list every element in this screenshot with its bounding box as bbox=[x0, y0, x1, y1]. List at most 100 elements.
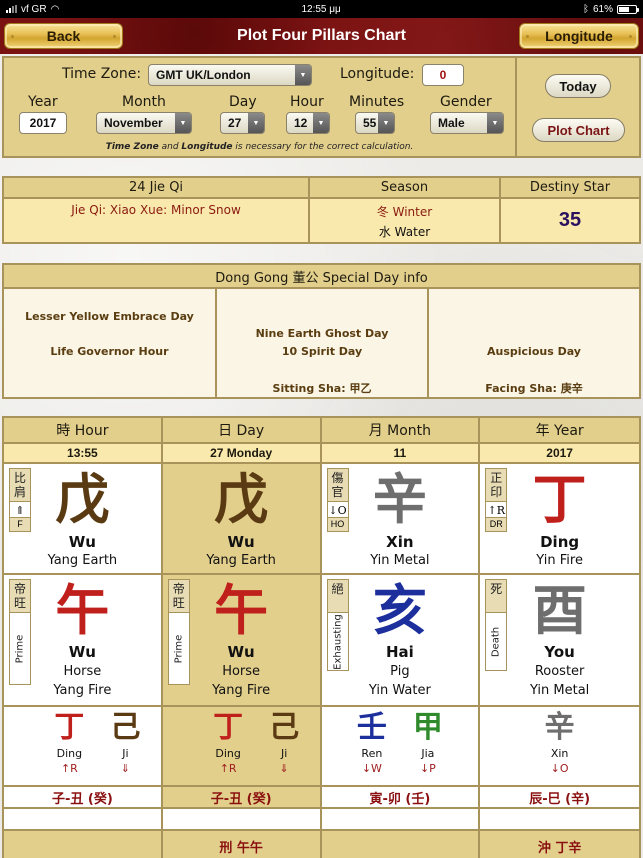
branch-name: Hai bbox=[385, 643, 414, 661]
branch-cell-day[interactable]: 帝旺 Prime 午 Wu Horse Yang Fire bbox=[162, 575, 322, 705]
year-label: Year bbox=[28, 94, 58, 110]
branch-cell-month[interactable]: 絕 Exhausting 亥 Hai Pig Yin Water bbox=[321, 575, 481, 705]
hidden-stem[interactable]: 壬 Ren ↓W bbox=[351, 709, 393, 777]
carrier-label: vf GR bbox=[21, 3, 47, 15]
hidden-stem-name: Ji bbox=[280, 747, 288, 760]
month-value: November bbox=[104, 116, 163, 130]
branch-name: Wu bbox=[68, 643, 96, 661]
day-value: 27 bbox=[228, 116, 242, 130]
stem-element: Yang Earth bbox=[47, 553, 118, 568]
four-pillars-table: 時 Hour 日 Day 月 Month 年 Year 13:55 27 Mon… bbox=[2, 416, 641, 858]
branch-cell-year[interactable]: 死 Death 酉 You Rooster Yin Metal bbox=[480, 575, 639, 705]
stem-char: 丁 bbox=[532, 467, 587, 531]
hidden-stem-name: Ding bbox=[215, 747, 241, 760]
stem-char: 戊 bbox=[214, 467, 269, 531]
jieqi-table: 24 Jie Qi Season Destiny Star Jie Qi: Xi… bbox=[2, 176, 641, 244]
stem-name: Wu bbox=[68, 533, 96, 551]
gender-value: Male bbox=[438, 116, 465, 130]
note-timezone: Time Zone bbox=[105, 142, 159, 152]
status-bar: vf GR ◠ 12:55 μμ ᛒ 61% bbox=[0, 0, 643, 18]
stem-char: 戊 bbox=[55, 467, 110, 531]
branch-element: Yin Water bbox=[368, 683, 431, 698]
dropdown-arrow-icon: ▼ bbox=[378, 113, 394, 133]
hour-select[interactable]: 12 ▼ bbox=[286, 112, 330, 134]
gender-select[interactable]: Male ▼ bbox=[430, 112, 504, 134]
minutes-value: 55 bbox=[363, 116, 377, 130]
battery-percent: 61% bbox=[592, 3, 613, 15]
longitude-input[interactable]: 0 bbox=[422, 64, 464, 86]
pillar-sub-hour: 13:55 bbox=[67, 446, 98, 460]
dropdown-arrow-icon: ▼ bbox=[248, 113, 264, 133]
stem-element: Yin Fire bbox=[536, 553, 583, 568]
hidden-stem-relation: ↑R bbox=[219, 762, 237, 775]
dropdown-arrow-icon: ▼ bbox=[175, 113, 191, 133]
void-hour: 子-丑 (癸) bbox=[51, 791, 113, 807]
back-button[interactable]: Back bbox=[4, 23, 123, 49]
jieqi-value: Jie Qi: Xiao Xue: Minor Snow bbox=[71, 203, 241, 217]
hidden-stems-day: 丁 Ding ↑R 己 Ji ⇓ bbox=[162, 707, 322, 785]
hidden-stem[interactable]: 丁 Ding ↑R bbox=[48, 709, 90, 777]
pillar-sub-month: 11 bbox=[393, 446, 407, 460]
donggong-spirit-day: 10 Spirit Day bbox=[281, 345, 363, 358]
branch-char: 亥 bbox=[372, 578, 427, 642]
clash-year: 沖 丁辛 bbox=[537, 840, 582, 856]
hidden-stem-relation: ↓O bbox=[550, 762, 569, 775]
stem-cell-day[interactable]: 戊 Wu Yang Earth bbox=[162, 464, 322, 573]
clash-month bbox=[322, 831, 479, 858]
month-select[interactable]: November ▼ bbox=[96, 112, 192, 134]
facing-sha: Facing Sha: 庚辛 bbox=[485, 382, 583, 395]
stem-cell-hour[interactable]: 比肩 ⇑ F 戊 Wu Yang Earth bbox=[4, 464, 163, 573]
plot-chart-button[interactable]: Plot Chart bbox=[532, 118, 625, 142]
minutes-select[interactable]: 55 ▼ bbox=[355, 112, 395, 134]
branch-element: Yang Fire bbox=[53, 683, 112, 698]
signal-icon bbox=[6, 5, 17, 13]
branch-char: 午 bbox=[55, 578, 110, 642]
season-header: Season bbox=[380, 180, 429, 195]
hidden-stem[interactable]: 己 Ji ⇓ bbox=[263, 709, 305, 777]
pillar-header-hour: 時 Hour bbox=[56, 423, 109, 439]
hidden-stem-relation: ↓P bbox=[419, 762, 436, 775]
branch-char: 酉 bbox=[532, 578, 587, 642]
hidden-stems-year: 辛 Xin ↓O bbox=[480, 707, 639, 785]
stem-name: Wu bbox=[227, 533, 255, 551]
blank-cell bbox=[321, 809, 481, 829]
branch-element: Yin Metal bbox=[529, 683, 590, 698]
pillar-header-day: 日 Day bbox=[218, 423, 265, 439]
hidden-stem[interactable]: 己 Ji ⇓ bbox=[104, 709, 146, 777]
donggong-col-3: Auspicious Day Facing Sha: 庚辛 bbox=[429, 289, 639, 397]
hidden-stem-char: 丁 bbox=[213, 710, 244, 745]
stem-element: Yang Earth bbox=[206, 553, 276, 568]
pillar-header-month: 月 Month bbox=[368, 423, 432, 439]
today-button[interactable]: Today bbox=[545, 74, 611, 98]
hidden-stems-month: 壬 Ren ↓W 甲 Jia ↓P bbox=[321, 707, 481, 785]
void-month: 寅-卯 (壬) bbox=[369, 791, 431, 807]
longitude-button[interactable]: Longitude bbox=[519, 23, 639, 49]
destiny-star-header: Destiny Star bbox=[529, 180, 611, 195]
stem-name: Ding bbox=[540, 533, 580, 551]
hidden-stem[interactable]: 丁 Ding ↑R bbox=[207, 709, 249, 777]
chart-input-panel: Time Zone: GMT UK/London ▼ Longitude: 0 … bbox=[2, 56, 641, 158]
timezone-select[interactable]: GMT UK/London ▼ bbox=[148, 64, 312, 86]
donggong-title: Dong Gong 董公 Special Day info bbox=[4, 265, 639, 289]
hidden-stem-char: 丁 bbox=[54, 710, 85, 745]
hidden-stem[interactable]: 辛 Xin ↓O bbox=[539, 709, 581, 777]
day-select[interactable]: 27 ▼ bbox=[220, 112, 265, 134]
hidden-stem-char: 己 bbox=[269, 710, 300, 745]
stem-char: 辛 bbox=[372, 467, 427, 531]
hidden-stem-relation: ↓W bbox=[361, 762, 382, 775]
hidden-stem[interactable]: 甲 Jia ↓P bbox=[407, 709, 449, 777]
timezone-label: Time Zone: bbox=[62, 66, 142, 82]
jieqi-header: 24 Jie Qi bbox=[128, 180, 184, 195]
sitting-sha: Sitting Sha: 甲乙 bbox=[272, 382, 372, 395]
hidden-stem-relation: ↑R bbox=[60, 762, 78, 775]
hidden-stem-char: 辛 bbox=[544, 710, 575, 745]
hidden-stems-hour: 丁 Ding ↑R 己 Ji ⇓ bbox=[4, 707, 163, 785]
pillar-header-year: 年 Year bbox=[535, 423, 584, 439]
blank-cell bbox=[4, 809, 163, 829]
stem-cell-year[interactable]: 正印 ↑R DR 丁 Ding Yin Fire bbox=[480, 464, 639, 573]
pillar-sub-day: 27 Monday bbox=[210, 446, 273, 460]
year-input[interactable]: 2017 bbox=[19, 112, 67, 134]
stem-cell-month[interactable]: 傷官 ↓O HO 辛 Xin Yin Metal bbox=[321, 464, 481, 573]
branch-name: Wu bbox=[227, 643, 255, 661]
branch-cell-hour[interactable]: 帝旺 Prime 午 Wu Horse Yang Fire bbox=[4, 575, 163, 705]
